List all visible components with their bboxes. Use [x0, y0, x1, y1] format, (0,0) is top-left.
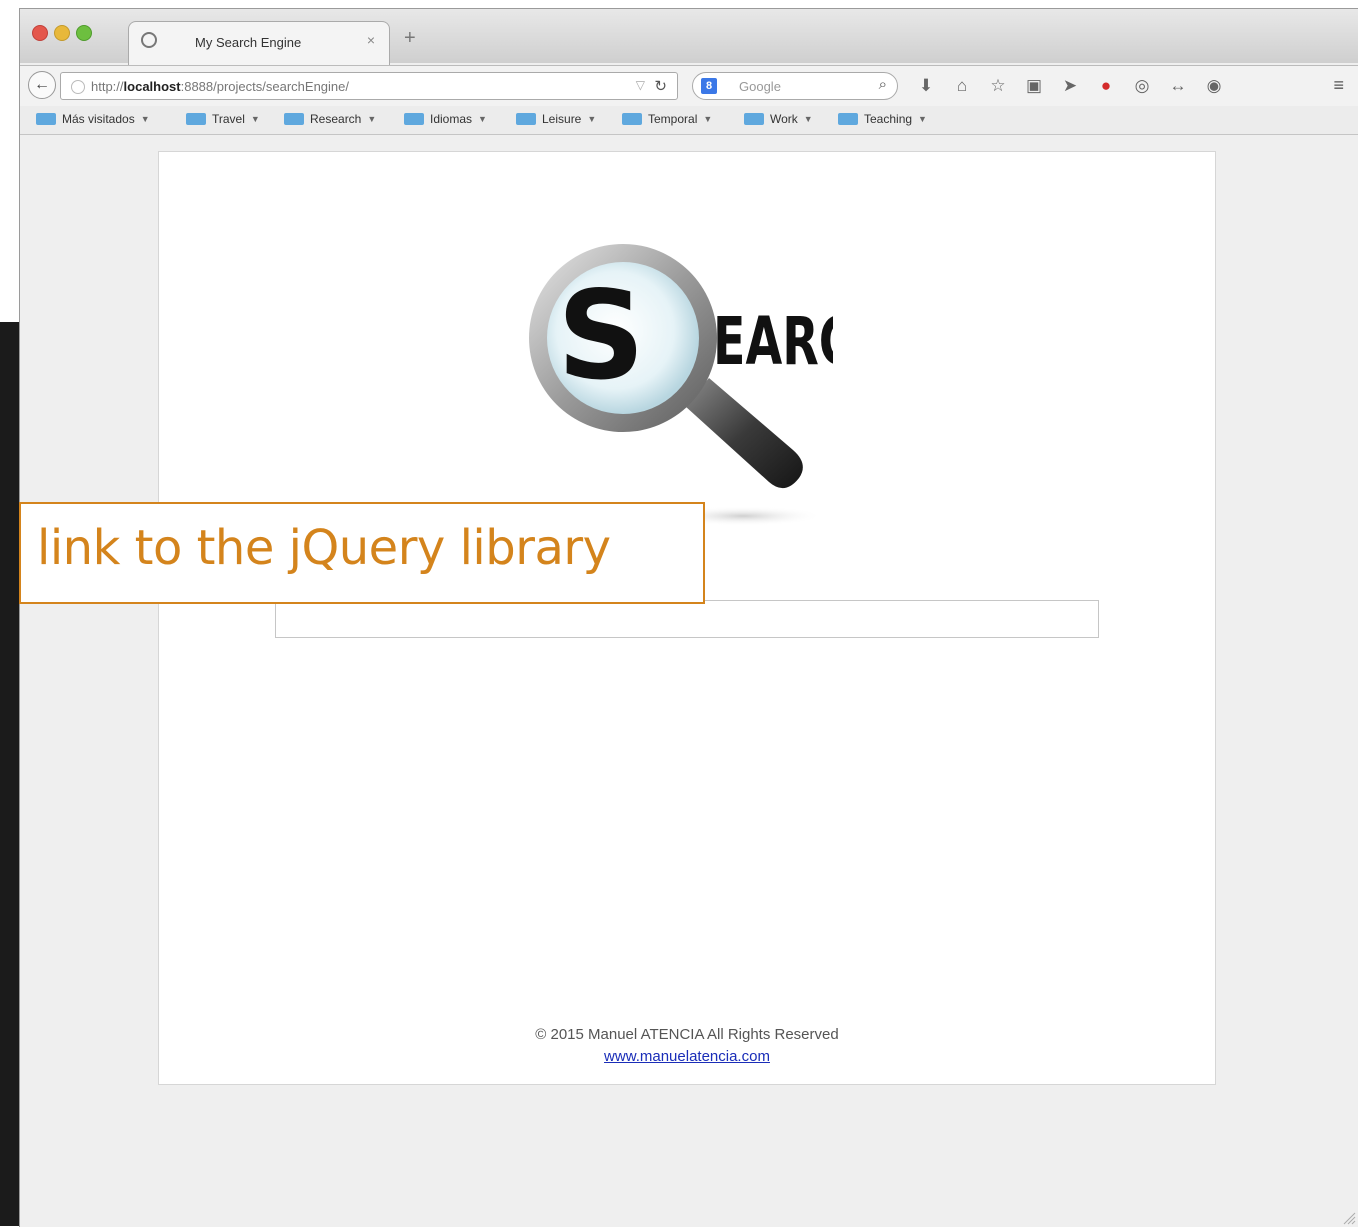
callout-text: link to the jQuery library: [37, 520, 611, 576]
chevron-down-icon: ▼: [367, 114, 377, 124]
clipboard-icon[interactable]: ▣: [1024, 76, 1044, 96]
search-logo: S EARCH: [529, 244, 833, 526]
browser-tab[interactable]: My Search Engine ×: [128, 21, 390, 66]
page-loading-icon: [141, 32, 157, 48]
browser-window: My Search Engine × + ← http://localhost:…: [19, 8, 1358, 1227]
tab-close-icon[interactable]: ×: [367, 32, 375, 48]
minimize-window-button[interactable]: [54, 25, 70, 41]
title-bar: My Search Engine × +: [20, 9, 1358, 66]
annotation-callout: link to the jQuery library: [19, 502, 705, 604]
logo-letter-s: S: [557, 265, 645, 407]
bookmark-folder-leisure[interactable]: Leisure ▼: [516, 112, 596, 126]
url-text: http://localhost:8888/projects/searchEng…: [91, 79, 349, 94]
close-window-button[interactable]: [32, 25, 48, 41]
send-icon[interactable]: ➤: [1060, 76, 1080, 96]
folder-icon: [516, 113, 536, 125]
folder-icon: [36, 113, 56, 125]
menu-icon[interactable]: ≡: [1333, 75, 1344, 96]
chevron-down-icon: ▼: [140, 114, 150, 124]
folder-icon: [404, 113, 424, 125]
extension-icon[interactable]: ◎: [1132, 76, 1152, 96]
navigation-bar: ← http://localhost:8888/projects/searchE…: [20, 65, 1358, 107]
search-engine-icon[interactable]: 8: [701, 78, 717, 94]
folder-icon: [622, 113, 642, 125]
resize-grip-icon[interactable]: [1342, 1211, 1356, 1225]
chat-icon[interactable]: ◉: [1204, 76, 1224, 96]
star-icon[interactable]: ☆: [988, 76, 1008, 96]
zoom-window-button[interactable]: [76, 25, 92, 41]
bookmark-folder-idiomas[interactable]: Idiomas ▼: [404, 112, 487, 126]
search-icon[interactable]: ⌕: [879, 76, 887, 93]
footer-copyright: © 2015 Manuel ATENCIA All Rights Reserve…: [535, 1026, 839, 1043]
search-page: S EARCH © 2015 Manuel ATENCIA All Rights…: [158, 151, 1216, 1085]
chevron-down-icon: ▼: [703, 114, 713, 124]
bookmark-folder-teaching[interactable]: Teaching ▼: [838, 112, 927, 126]
bookmark-folder-mas-visitados[interactable]: Más visitados ▼: [36, 112, 150, 126]
folder-icon: [838, 113, 858, 125]
chevron-down-icon: ▼: [803, 114, 813, 124]
site-identity-icon[interactable]: [71, 80, 85, 94]
back-arrow-icon[interactable]: ←: [28, 71, 56, 99]
home-icon[interactable]: ⌂: [952, 76, 972, 96]
chevron-down-icon: ▼: [587, 114, 597, 124]
folder-icon: [284, 113, 304, 125]
folder-icon: [186, 113, 206, 125]
share-icon[interactable]: ↔: [1168, 76, 1188, 96]
bookmark-folder-travel[interactable]: Travel ▼: [186, 112, 260, 126]
adblock-icon[interactable]: ●: [1096, 76, 1116, 96]
bookmark-folder-research[interactable]: Research ▼: [284, 112, 376, 126]
bookmarks-bar: Más visitados ▼ Travel ▼ Research ▼ Idiomas…: [20, 106, 1358, 135]
chevron-down-icon: ▼: [478, 114, 487, 124]
reload-icon[interactable]: ↻: [654, 77, 667, 95]
url-bar[interactable]: http://localhost:8888/projects/searchEng…: [60, 72, 678, 100]
tab-title: My Search Engine: [195, 35, 302, 50]
footer-link[interactable]: www.manuelatencia.com: [159, 1048, 1215, 1065]
url-history-dropdown-icon[interactable]: ▽: [636, 78, 645, 92]
bookmark-folder-temporal[interactable]: Temporal ▼: [622, 112, 712, 126]
chevron-down-icon: ▼: [918, 114, 927, 124]
toolbar-icons: ⬇ ⌂ ☆ ▣ ➤ ● ◎ ↔ ◉: [916, 74, 1224, 98]
search-engine-placeholder: Google: [739, 79, 781, 94]
folder-icon: [744, 113, 764, 125]
logo-text-earch: EARCH: [713, 303, 833, 380]
bookmark-folder-work[interactable]: Work ▼: [744, 112, 813, 126]
magnifier-handle: [685, 378, 803, 489]
search-engine-bar[interactable]: 8 Google ⌕: [692, 72, 898, 100]
chevron-down-icon: ▼: [250, 114, 260, 124]
new-tab-button[interactable]: +: [404, 27, 416, 50]
search-input[interactable]: [275, 600, 1099, 638]
download-icon[interactable]: ⬇: [916, 76, 936, 96]
